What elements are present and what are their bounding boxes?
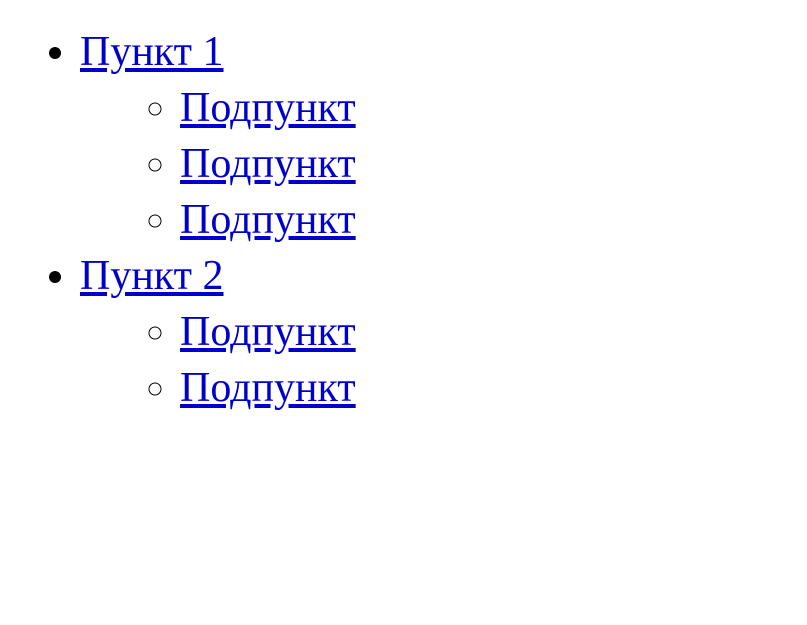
list-item: Пункт 2 Подпункт Подпункт	[80, 252, 787, 412]
list-subitem: Подпункт	[180, 308, 787, 356]
list-subitem-link[interactable]: Подпункт	[180, 365, 356, 411]
list-subitem: Подпункт	[180, 140, 787, 188]
list-subitem-link[interactable]: Подпункт	[180, 197, 356, 243]
sub-list: Подпункт Подпункт Подпункт	[80, 84, 787, 244]
list-item-link[interactable]: Пункт 1	[80, 29, 224, 75]
list-subitem: Подпункт	[180, 364, 787, 412]
list-subitem-link[interactable]: Подпункт	[180, 141, 356, 187]
list-subitem-link[interactable]: Подпункт	[180, 309, 356, 355]
sub-list: Подпункт Подпункт	[80, 308, 787, 412]
list-item: Пункт 1 Подпункт Подпункт Подпункт	[80, 28, 787, 244]
main-list: Пункт 1 Подпункт Подпункт Подпункт Пункт…	[20, 28, 787, 412]
list-subitem-link[interactable]: Подпункт	[180, 85, 356, 131]
list-item-link[interactable]: Пункт 2	[80, 253, 224, 299]
list-subitem: Подпункт	[180, 84, 787, 132]
list-subitem: Подпункт	[180, 196, 787, 244]
